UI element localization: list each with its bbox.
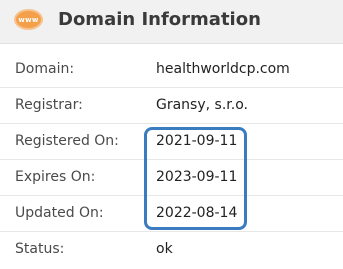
registrar-value: Gransy, s.r.o. [156, 97, 248, 113]
row-updated-on: Updated On: 2022-08-14 [0, 196, 343, 232]
expires-on-value: 2023-09-11 [156, 169, 238, 185]
expires-on-label: Expires On: [15, 169, 96, 185]
domain-information-card: www Domain Information Domain: healthwor… [0, 0, 343, 269]
row-expires-on: Expires On: 2023-09-11 [0, 160, 343, 196]
updated-on-label: Updated On: [15, 205, 104, 221]
www-globe-icon: www [14, 9, 43, 30]
www-icon-text: www [18, 15, 39, 24]
domain-info-table: Domain: healthworldcp.com Registrar: Gra… [0, 52, 343, 268]
card-header: www Domain Information [0, 0, 343, 44]
status-label: Status: [15, 241, 65, 257]
domain-label: Domain: [15, 61, 75, 77]
registrar-label: Registrar: [15, 97, 83, 113]
row-status: Status: ok [0, 232, 343, 268]
row-registrar: Registrar: Gransy, s.r.o. [0, 88, 343, 124]
registered-on-label: Registered On: [15, 133, 119, 149]
domain-value: healthworldcp.com [156, 61, 290, 77]
status-value: ok [156, 241, 173, 257]
card-title: Domain Information [58, 9, 261, 30]
row-domain: Domain: healthworldcp.com [0, 52, 343, 88]
row-registered-on: Registered On: 2021-09-11 [0, 124, 343, 160]
registered-on-value: 2021-09-11 [156, 133, 238, 149]
updated-on-value: 2022-08-14 [156, 205, 238, 221]
